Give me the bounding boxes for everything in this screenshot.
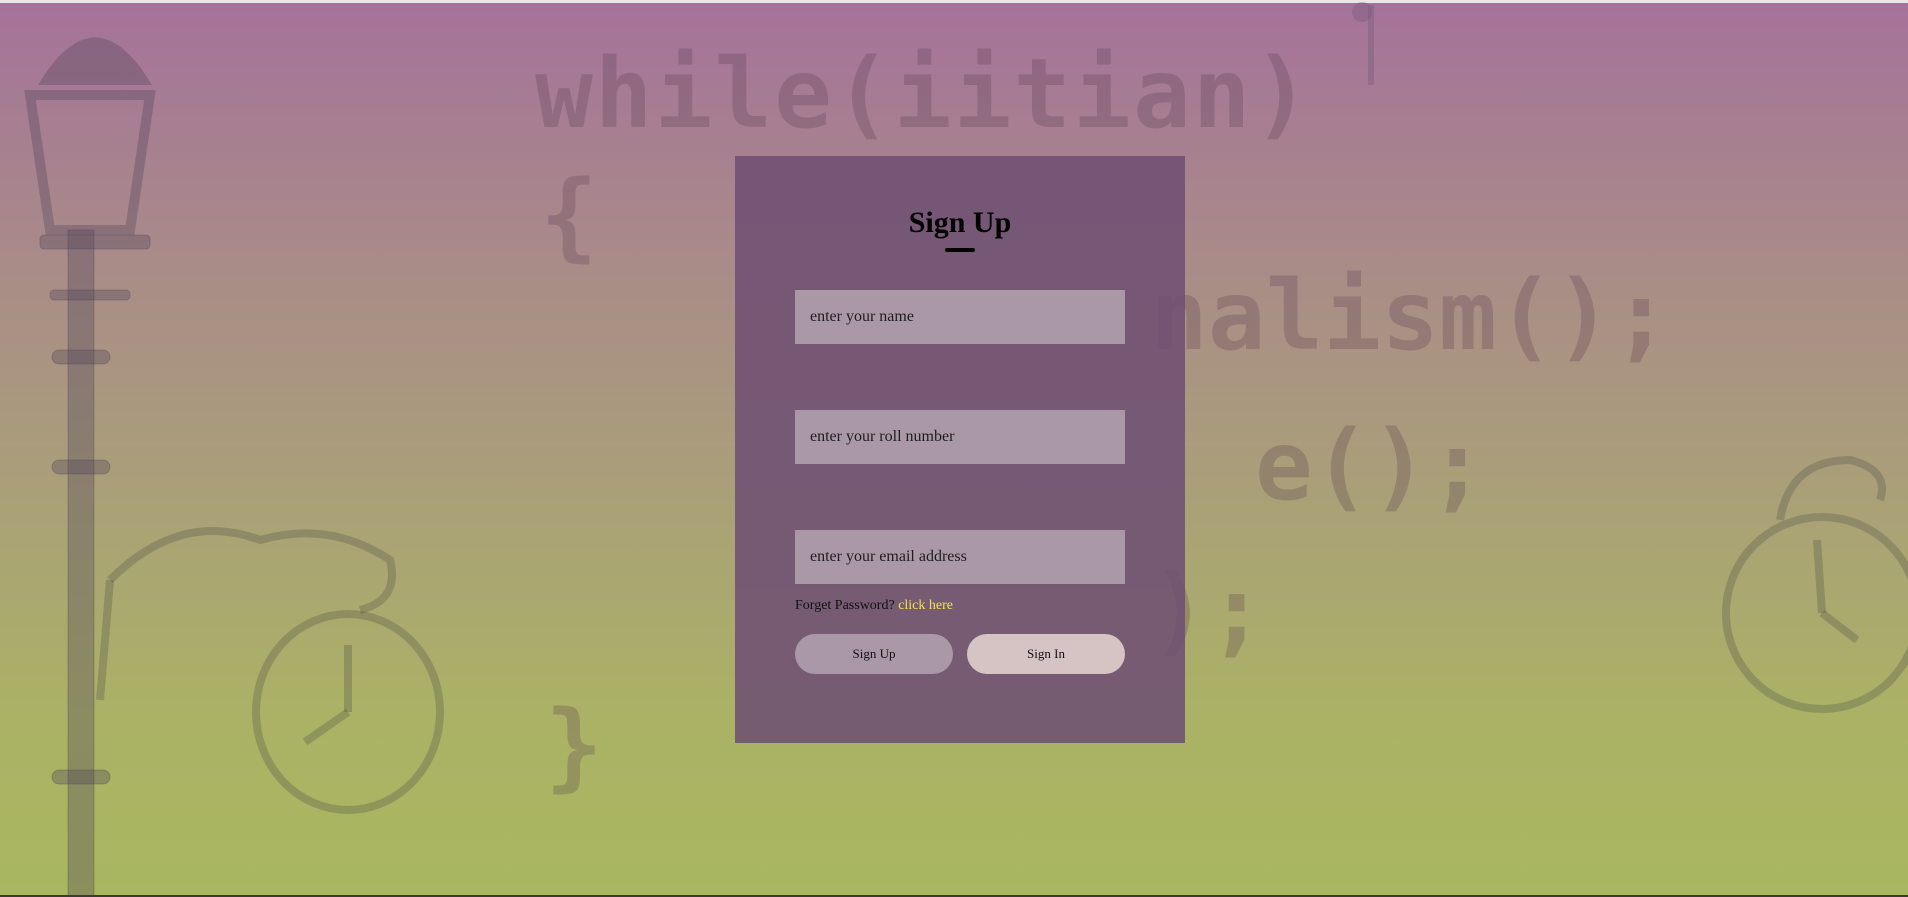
page: while(iitian) { nalism(); e(); ); } Sign… <box>0 0 1908 897</box>
right-clock-illustration <box>1722 455 1908 713</box>
background-code-line: } <box>545 690 603 802</box>
form-title: Sign Up <box>908 206 1012 239</box>
top-drip-illustration <box>1352 2 1374 85</box>
email-input[interactable] <box>795 530 1125 584</box>
background-code-line: while(iitian) <box>535 38 1313 150</box>
background-code-line: nalism(); <box>1150 260 1671 372</box>
forgot-password-link[interactable]: click here <box>898 598 953 613</box>
forgot-password-text: Forget Password? <box>795 598 895 613</box>
top-border <box>0 0 1908 3</box>
signup-card: Sign Up Forget Password? click here Sign… <box>735 156 1185 743</box>
name-input[interactable] <box>795 290 1125 344</box>
background-code-line: e(); <box>1255 410 1487 522</box>
sign-in-button[interactable]: Sign In <box>967 634 1125 674</box>
sign-up-button[interactable]: Sign Up <box>795 634 953 674</box>
title-underline <box>945 248 975 252</box>
roll-number-input[interactable] <box>795 410 1125 464</box>
left-clock-illustration <box>96 527 444 814</box>
background-code-line: { <box>540 160 598 272</box>
lamp-post-illustration <box>24 37 156 897</box>
forgot-password-row: Forget Password? click here <box>795 598 953 614</box>
